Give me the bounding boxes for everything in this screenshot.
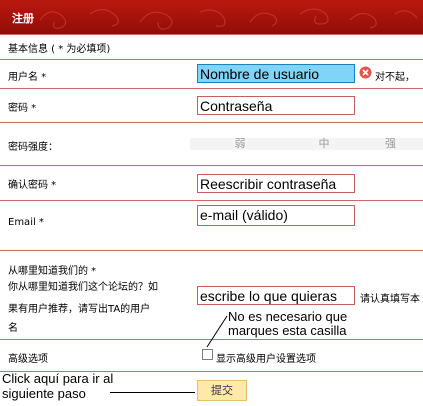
confirm-password-input[interactable]: Reescribir contraseña: [197, 174, 355, 193]
username-input[interactable]: Nombre de usuario: [197, 64, 355, 83]
strength-strong: 强: [358, 138, 423, 150]
source-input[interactable]: escribe lo que quieras: [197, 286, 355, 305]
header-ornament: [39, 8, 418, 30]
email-label: Email *: [8, 217, 44, 228]
divider: [0, 122, 423, 123]
password-input[interactable]: Contraseña: [197, 96, 355, 115]
annotation-submit-line1: Click aquí para ir al: [2, 371, 114, 386]
source-description-line1: 你从哪里知道我们这个论坛的？如: [8, 282, 158, 293]
section-heading: 基本信息 ( * 为必填项): [8, 44, 111, 55]
divider: [0, 34, 423, 35]
username-error-text: 对不起，: [375, 72, 415, 83]
annotation-pointer: [206, 315, 228, 348]
annotation-submit-pointer: [110, 392, 195, 393]
source-label: 从哪里知道我们的 *: [8, 266, 97, 277]
header-title: 注册: [12, 12, 34, 25]
username-label: 用户名 *: [8, 72, 47, 83]
annotation-checkbox-line2: marques esta casilla: [228, 323, 347, 338]
source-description-line2: 果有用户推荐，请写出TA的用户: [8, 304, 151, 315]
divider: [0, 59, 423, 60]
divider: [0, 165, 423, 166]
advanced-checkbox-label[interactable]: 显示高级用户设置选项: [216, 350, 316, 365]
divider: [0, 88, 423, 89]
source-description-line3: 名: [8, 323, 18, 334]
header-bar: 注册: [0, 0, 423, 34]
password-label: 密码 *: [8, 103, 37, 114]
email-input[interactable]: e-mail (válido): [197, 205, 355, 226]
submit-button[interactable]: 提交: [197, 380, 247, 401]
error-icon: [359, 66, 372, 79]
divider: [0, 250, 423, 251]
annotation-checkbox-line1: No es necesario que: [228, 309, 348, 324]
strength-label: 密码强度：: [8, 142, 58, 153]
annotation-submit-line2: siguiente paso: [2, 386, 86, 401]
confirm-password-label: 确认密码 *: [8, 180, 57, 191]
source-hint: 请认真填写本: [360, 294, 420, 305]
advanced-checkbox[interactable]: [202, 349, 213, 360]
divider: [0, 200, 423, 201]
advanced-label: 高级选项: [8, 354, 48, 365]
